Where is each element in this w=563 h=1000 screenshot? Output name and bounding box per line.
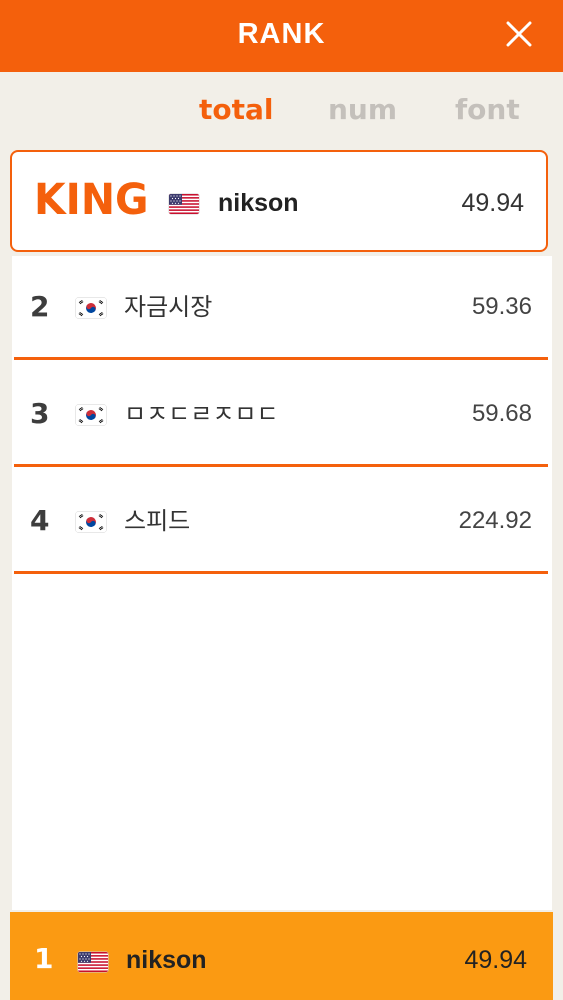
- my-rank-number: 1: [34, 942, 54, 975]
- list-item[interactable]: 2 자금시장 59.36: [14, 256, 548, 360]
- list-item[interactable]: 3 ㅁㅈㄷㄹㅈㅁㄷ 59.68: [14, 363, 548, 467]
- my-rank-score: 49.94: [464, 946, 527, 974]
- my-rank-name: nikson: [126, 946, 207, 974]
- rank-number: 4: [30, 504, 50, 537]
- tab-num[interactable]: num: [328, 88, 397, 132]
- rank-tabs: total num font: [0, 88, 563, 132]
- kr-flag-icon: [76, 405, 106, 425]
- list-item[interactable]: 4 스피드 224.92: [14, 470, 548, 574]
- rank-number: 3: [30, 397, 50, 430]
- player-name: 스피드: [124, 507, 191, 535]
- king-score: 49.94: [461, 189, 524, 217]
- player-name: ㅁㅈㄷㄹㅈㅁㄷ: [124, 400, 279, 428]
- kr-flag-icon: [76, 298, 106, 318]
- us-flag-icon: [169, 194, 199, 214]
- us-flag-icon: [78, 952, 108, 972]
- close-icon: [506, 21, 532, 47]
- kr-flag-icon: [76, 512, 106, 532]
- king-card[interactable]: KING nikson 49.94: [10, 150, 548, 252]
- player-score: 59.68: [471, 400, 532, 427]
- tab-total[interactable]: total: [199, 88, 274, 132]
- player-name: 자금시장: [124, 293, 213, 321]
- player-score: 224.92: [458, 507, 532, 534]
- king-name: nikson: [218, 189, 299, 217]
- page-title: RANK: [237, 18, 326, 50]
- close-button[interactable]: [505, 20, 533, 48]
- player-score: 59.36: [471, 293, 532, 320]
- king-badge: KING: [34, 175, 149, 225]
- rank-number: 2: [30, 290, 50, 323]
- my-rank-bar[interactable]: 1 nikson 49.94: [10, 912, 553, 1000]
- tab-font[interactable]: font: [455, 88, 520, 132]
- header-bar: RANK: [0, 0, 563, 72]
